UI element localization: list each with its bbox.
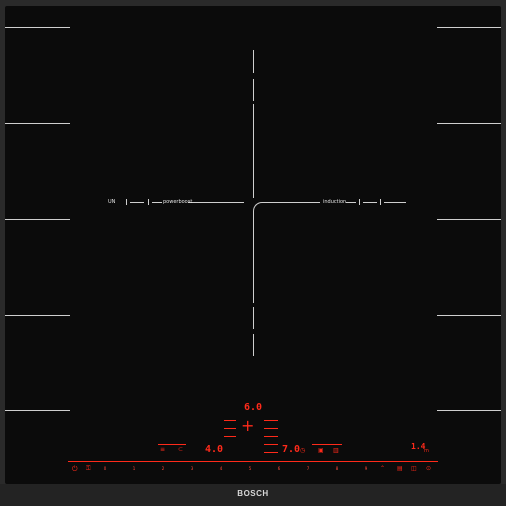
right-zone-line xyxy=(346,202,356,203)
center-divider-left xyxy=(188,202,244,203)
right-zone-icon[interactable]: ▣ xyxy=(318,447,324,455)
level-bar xyxy=(264,420,278,421)
top-power-display: 6.0 xyxy=(244,402,263,413)
center-divider-top-short xyxy=(253,50,254,73)
level-bar xyxy=(224,436,236,437)
slider-tick-1[interactable]: 1 xyxy=(133,466,136,471)
center-divider-top xyxy=(253,104,254,198)
slider-tick-8[interactable]: 8 xyxy=(336,466,339,471)
zone-label-powerboost: powerboost xyxy=(163,199,193,205)
slider-tick-6[interactable]: 6 xyxy=(278,466,281,471)
child-lock-icon[interactable]: ⚿ xyxy=(86,465,91,473)
level-bar xyxy=(224,420,236,421)
center-divider-bottom-short xyxy=(253,307,254,329)
slider-track[interactable] xyxy=(68,461,438,462)
center-divider-bottom xyxy=(253,211,254,303)
center-divider-bottom-short xyxy=(253,334,254,356)
left-zone-line xyxy=(152,202,162,203)
center-divider-top-short xyxy=(253,79,254,101)
left-zone-line xyxy=(130,202,144,203)
left-zone-underline xyxy=(158,444,186,445)
right-zone-marker xyxy=(437,219,501,220)
left-zone-tick xyxy=(148,199,149,205)
left-zone-marker xyxy=(5,123,70,124)
brand-logo: BOSCH xyxy=(237,489,269,498)
slider-tick-4[interactable]: 4 xyxy=(220,466,223,471)
right-zone-underline xyxy=(312,444,342,445)
level-bar xyxy=(264,436,278,437)
power-icon[interactable]: ⏻ xyxy=(72,465,78,473)
right-zone-line xyxy=(363,202,377,203)
right-zone-marker xyxy=(437,27,501,28)
slider-tick-3[interactable]: 3 xyxy=(191,466,194,471)
frying-icon[interactable]: ◫ xyxy=(411,465,417,473)
zone-label-left: UN xyxy=(108,199,116,205)
right-zone-tick xyxy=(359,199,360,205)
level-bar xyxy=(264,452,278,453)
right-zone-marker xyxy=(437,123,501,124)
settings-icon[interactable]: ⊙ xyxy=(426,465,431,473)
left-zone-marker xyxy=(5,27,70,28)
boost-icon[interactable]: ⌃ xyxy=(380,465,385,473)
right-zone-marker xyxy=(437,410,501,411)
left-zone-marker xyxy=(5,315,70,316)
left-zone-marker xyxy=(5,219,70,220)
slider-tick-5[interactable]: 5 xyxy=(249,466,252,471)
level-bar xyxy=(224,428,236,429)
level-bar xyxy=(264,444,278,445)
right-zone-marker xyxy=(437,315,501,316)
left-zone-marker xyxy=(5,410,70,411)
right-power-display: 7.0 xyxy=(282,444,301,455)
timer-icon[interactable]: ◷ xyxy=(300,447,305,455)
left-zone-icon[interactable]: ≡ xyxy=(160,446,165,454)
slider-tick-9[interactable]: 9 xyxy=(365,466,368,471)
zone-label-induction: induction xyxy=(323,199,347,205)
center-divider-right xyxy=(262,202,320,203)
right-zone-icon-2[interactable]: ▥ xyxy=(333,447,339,455)
cooktop: UN powerboost induction 6.0 + ≡ ⊂ 4.0 7.… xyxy=(0,0,506,506)
left-power-display: 4.0 xyxy=(205,444,224,455)
left-zone-tick xyxy=(126,199,127,205)
timer-unit-icon: m xyxy=(424,448,429,454)
slider-tick-0[interactable]: 0 xyxy=(104,466,107,471)
menu-icon[interactable]: ▤ xyxy=(397,465,403,473)
slider-tick-2[interactable]: 2 xyxy=(162,466,165,471)
right-zone-tick xyxy=(380,199,381,205)
right-zone-line xyxy=(384,202,406,203)
left-zone-icon-2[interactable]: ⊂ xyxy=(178,446,183,454)
plus-icon[interactable]: + xyxy=(241,418,254,434)
slider-tick-7[interactable]: 7 xyxy=(307,466,310,471)
level-bar xyxy=(264,428,278,429)
